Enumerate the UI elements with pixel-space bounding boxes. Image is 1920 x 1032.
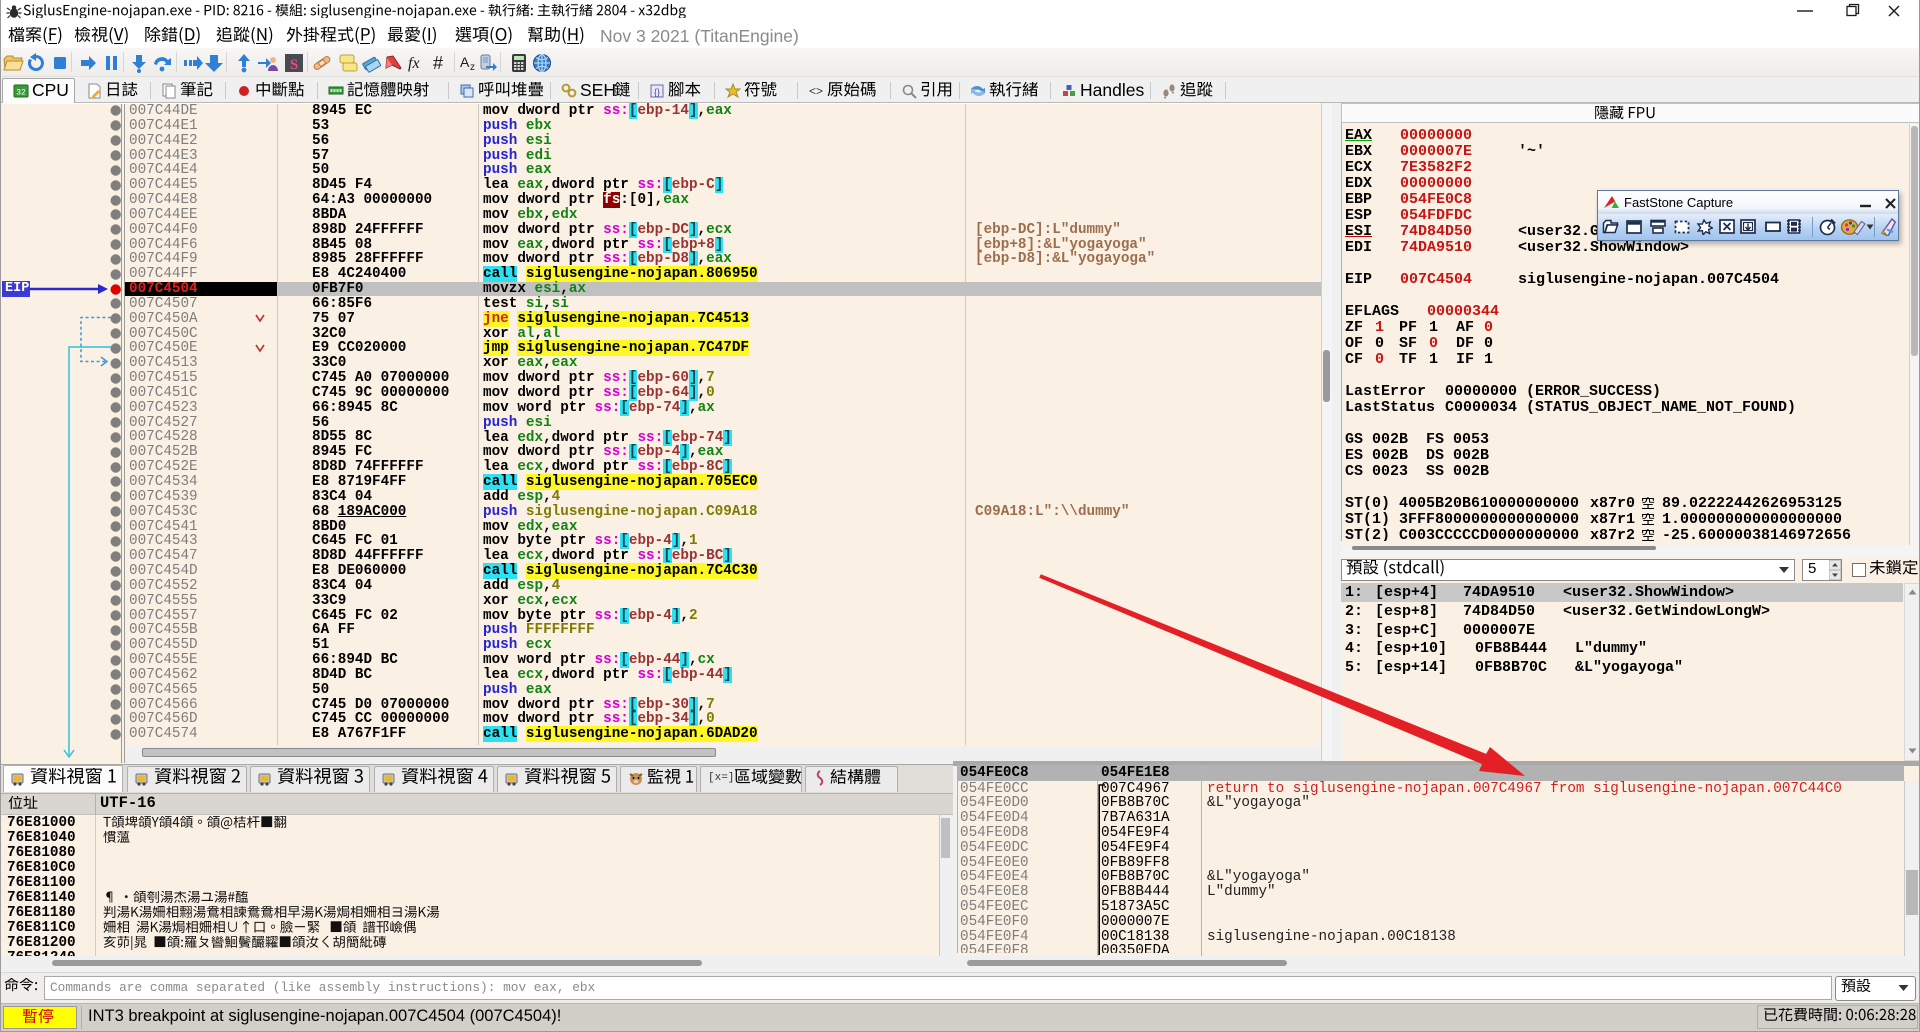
svg-text:z: z <box>470 62 475 73</box>
svg-text:S: S <box>290 57 298 73</box>
svg-text:#: # <box>433 53 443 73</box>
svg-text:<>: <> <box>809 84 823 98</box>
svg-text:A: A <box>460 54 470 70</box>
svg-text:fx: fx <box>408 55 420 72</box>
svg-text:{}: {} <box>654 87 660 97</box>
svg-text:32: 32 <box>16 89 26 98</box>
